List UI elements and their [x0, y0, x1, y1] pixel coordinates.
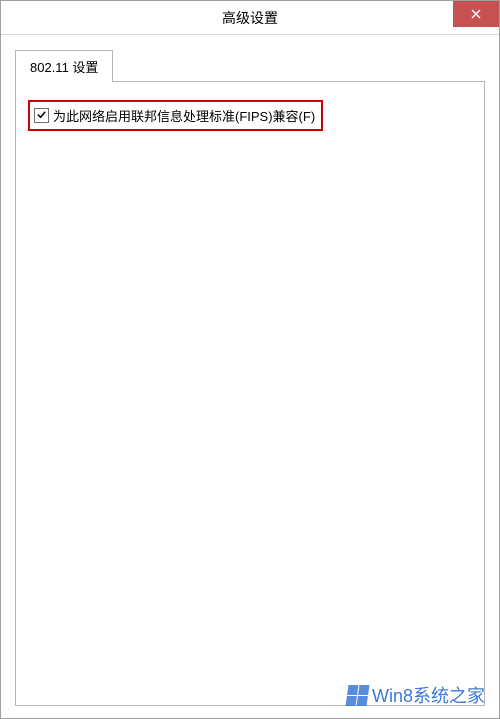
- tab-80211-settings[interactable]: 802.11 设置: [15, 50, 113, 82]
- close-button[interactable]: [453, 1, 499, 27]
- tab-body: 为此网络启用联邦信息处理标准(FIPS)兼容(F): [15, 81, 485, 706]
- fips-checkbox-label: 为此网络启用联邦信息处理标准(FIPS)兼容(F): [53, 106, 315, 125]
- fips-checkbox[interactable]: [34, 108, 49, 123]
- tab-header: 802.11 设置: [15, 49, 485, 81]
- tab-container: 802.11 设置 为此网络启用联邦信息处理标准(FIPS)兼容(F): [15, 49, 485, 704]
- windows-logo-icon: [346, 685, 370, 706]
- dialog-window: 高级设置 802.11 设置: [0, 0, 500, 719]
- close-icon: [471, 7, 481, 22]
- watermark: Win8系统之家: [347, 682, 485, 708]
- window-title: 高级设置: [222, 8, 278, 28]
- highlight-annotation: 为此网络启用联邦信息处理标准(FIPS)兼容(F): [28, 100, 323, 131]
- watermark-text: Win8系统之家: [372, 682, 485, 708]
- content-area: 802.11 设置 为此网络启用联邦信息处理标准(FIPS)兼容(F): [1, 35, 499, 718]
- check-icon: [36, 108, 47, 123]
- title-bar: 高级设置: [1, 1, 499, 35]
- tab-label: 802.11 设置: [30, 60, 98, 75]
